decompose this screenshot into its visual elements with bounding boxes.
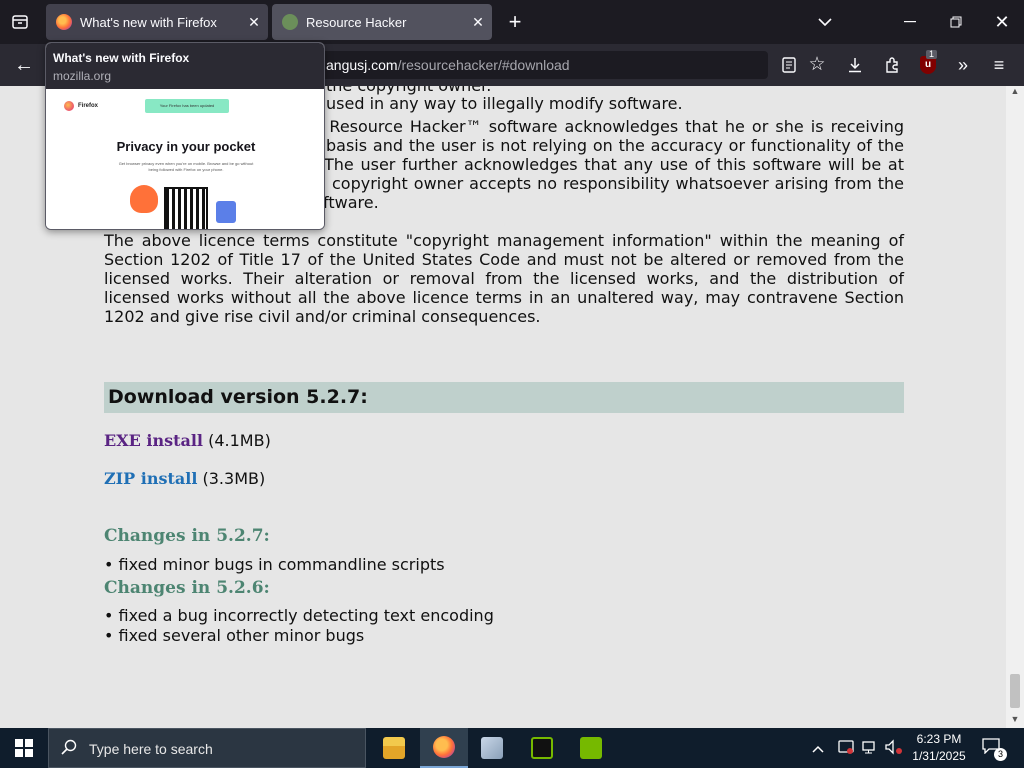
licence-text-line: 1202 and give rise civil and/or criminal… [104, 307, 541, 326]
download-row: ZIP install (3.3MB) [104, 469, 265, 489]
taskbar-control-panel[interactable] [468, 728, 516, 768]
notification-badge: 3 [994, 748, 1007, 761]
ublock-badge: 1 [926, 50, 938, 59]
taskbar-file-explorer[interactable] [370, 728, 418, 768]
chevron-down-icon[interactable] [814, 12, 836, 32]
windows-logo-icon [15, 739, 33, 757]
ublock-icon[interactable]: u 1 [917, 50, 939, 77]
body-text-line: basis and the user is not relying on the… [326, 136, 904, 155]
url-path: /resourcehacker/#download [397, 57, 570, 73]
changes-heading: Changes in 5.2.7: [104, 526, 270, 546]
tab-preview-popup: What's new with Firefox mozilla.org Fire… [45, 42, 325, 230]
file-size: (4.1MB) [208, 431, 271, 450]
hamburger-icon[interactable]: ≡ [988, 53, 1010, 77]
download-row: EXE install (4.1MB) [104, 431, 271, 451]
url-host: angusj.com [326, 57, 398, 73]
qr-code-icon [164, 187, 208, 229]
thumb-subtext: Get browser privacy even when you're on … [118, 161, 254, 172]
windows-taskbar: Type here to search 6:23 PM 1/31/2025 3 [0, 728, 1024, 768]
start-button[interactable] [0, 728, 48, 768]
back-arrow-icon[interactable]: ← [10, 53, 38, 77]
volume-muted-icon[interactable] [885, 739, 903, 759]
chevron-up-icon[interactable] [812, 740, 824, 756]
search-icon [61, 739, 77, 760]
tab-list-icon[interactable] [6, 10, 34, 34]
reader-view-icon[interactable] [778, 53, 800, 77]
firefox-icon [64, 101, 74, 111]
clock-date: 1/31/2025 [912, 749, 966, 763]
close-icon[interactable]: ✕ [240, 14, 268, 31]
close-icon[interactable]: ✕ [988, 10, 1016, 34]
close-icon[interactable]: ✕ [464, 14, 492, 31]
changelog-item: • fixed several other minor bugs [104, 626, 365, 645]
body-text-line: s Resource Hacker™ software acknowledges… [314, 117, 904, 136]
taskbar-nvidia-app[interactable] [518, 728, 566, 768]
resource-hacker-icon [282, 14, 298, 30]
firefox-icon [56, 14, 72, 30]
file-size: (3.3MB) [202, 469, 266, 488]
body-text-line: used in any way to illegally modify soft… [326, 94, 683, 113]
tab-preview-domain: mozilla.org [53, 69, 112, 83]
tab-title: What's new with Firefox [80, 14, 217, 30]
fox-mascot-icon [130, 185, 158, 213]
changes-heading: Changes in 5.2.6: [104, 578, 270, 598]
network-icon[interactable] [862, 739, 880, 759]
tab-strip: What's new with Firefox ✕ Resource Hacke… [0, 0, 1024, 44]
taskbar-firefox[interactable] [420, 728, 468, 768]
licence-text-line: licensed works. Their alteration or remo… [104, 269, 904, 288]
lock-icon [216, 201, 236, 223]
defender-icon[interactable] [838, 739, 854, 759]
nvidia-icon [580, 737, 602, 759]
nvidia-icon [531, 737, 553, 759]
system-clock[interactable]: 6:23 PM 1/31/2025 [906, 731, 972, 765]
tab-preview-title: What's new with Firefox [53, 51, 190, 65]
licence-text-line: Section 1202 of Title 17 of the United S… [104, 250, 904, 269]
exe-install-link[interactable]: EXE install [104, 431, 203, 450]
tab-resource-hacker[interactable]: Resource Hacker ✕ [272, 4, 492, 40]
url-text: angusj.com/resourcehacker/#download [326, 57, 570, 73]
tab-preview-header: What's new with Firefox mozilla.org [46, 43, 324, 89]
control-panel-icon [481, 737, 503, 759]
minimize-icon[interactable] [896, 10, 924, 34]
download-heading: Download version 5.2.7: [104, 382, 904, 413]
double-chevron-icon[interactable]: » [952, 53, 974, 77]
changelog-item: • fixed minor bugs in commandline script… [104, 555, 445, 574]
licence-text-line: licensed works without all the above lic… [104, 288, 904, 307]
thumb-brand: Firefox [78, 103, 99, 109]
tab-whats-new-firefox[interactable]: What's new with Firefox ✕ [46, 4, 268, 40]
taskbar-nvidia-geforce[interactable] [567, 728, 615, 768]
body-text-line: copyright owner accepts no responsibilit… [332, 174, 904, 193]
zip-install-link[interactable]: ZIP install [104, 469, 197, 488]
body-text-line: ftware. [323, 193, 379, 212]
puzzle-icon[interactable] [881, 53, 903, 77]
body-text-line: The user further acknowledges that any u… [324, 155, 904, 174]
plus-icon[interactable]: + [503, 10, 527, 34]
firefox-icon [433, 736, 455, 758]
folder-icon [383, 737, 405, 759]
thumb-heading: Privacy in your pocket [116, 139, 256, 154]
star-icon[interactable]: ☆ [806, 52, 828, 76]
thumb-banner: Your Firefox has been updated [145, 99, 229, 113]
scroll-up-icon[interactable]: ▲ [1006, 86, 1024, 100]
download-icon[interactable] [844, 53, 866, 77]
page-scrollbar[interactable]: ▲ ▼ [1006, 86, 1024, 728]
tab-preview-thumbnail: Firefox Your Firefox has been updated Pr… [46, 89, 324, 229]
changelog-item: • fixed a bug incorrectly detecting text… [104, 606, 494, 625]
scroll-thumb[interactable] [1010, 674, 1020, 708]
restore-icon[interactable] [942, 10, 970, 34]
firefox-logo: Firefox [64, 101, 98, 111]
search-placeholder: Type here to search [89, 741, 213, 757]
tab-title: Resource Hacker [306, 14, 407, 30]
scroll-down-icon[interactable]: ▼ [1006, 714, 1024, 728]
licence-text-line: The above licence terms constitute "copy… [104, 231, 904, 250]
clock-time: 6:23 PM [916, 732, 962, 746]
taskbar-search[interactable]: Type here to search [48, 728, 366, 768]
